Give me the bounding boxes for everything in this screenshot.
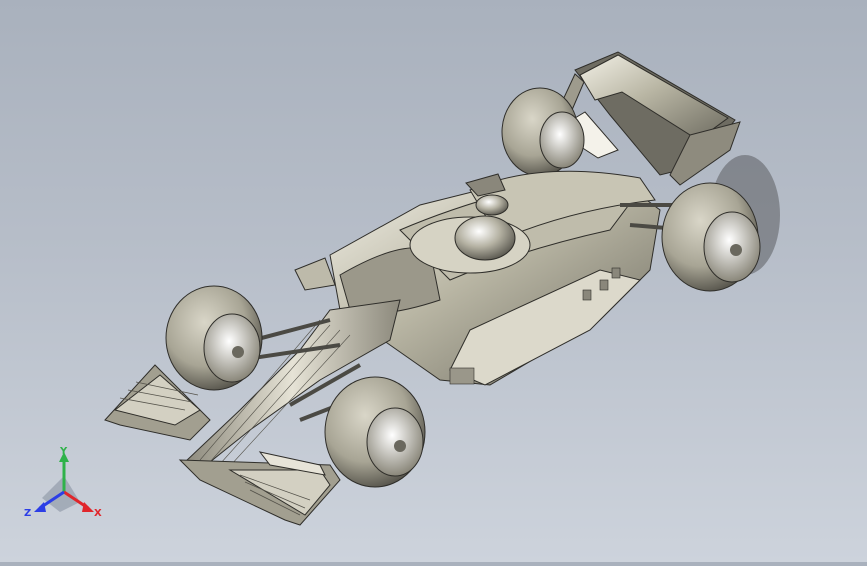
car-model[interactable] <box>0 0 867 562</box>
y-axis-label: Y <box>59 446 68 457</box>
x-axis-label: X <box>94 508 102 519</box>
z-arrow-icon <box>34 502 46 512</box>
graphics-viewport[interactable]: Y X Z <box>0 0 867 562</box>
front-left-wheel[interactable] <box>165 285 263 391</box>
x-arrow-icon <box>82 502 94 512</box>
z-axis-label: Z <box>24 508 31 519</box>
orientation-triad[interactable]: Y X Z <box>22 446 108 526</box>
front-right-wheel[interactable] <box>324 376 426 488</box>
